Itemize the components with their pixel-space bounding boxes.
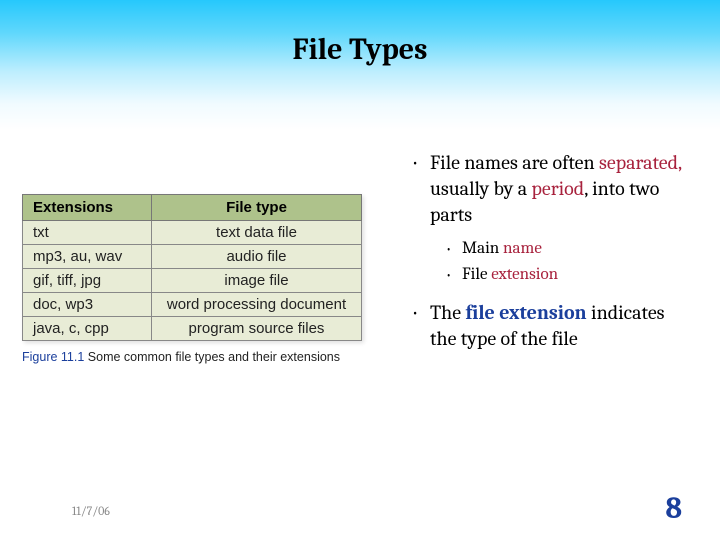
table-row: gif, tiff, jpg image file (23, 269, 362, 293)
bullet-dot-icon: • (446, 264, 462, 286)
figure-number: Figure 11.1 (22, 350, 84, 364)
cell-ext: java, c, cpp (23, 317, 152, 341)
keyword: name (503, 239, 542, 258)
bullet-text: The file extension indicates the type of… (430, 300, 690, 352)
bullet-dot-icon: • (446, 238, 462, 260)
table-header-row: Extensions File type (23, 195, 362, 221)
sub-bullet-list: • Main name • File extension (446, 238, 690, 286)
keyword-bold: file extension (465, 301, 586, 324)
bullet-text: Main name (462, 238, 542, 260)
text-fragment: The (430, 301, 465, 324)
text-fragment: File (462, 265, 491, 284)
body-columns: Extensions File type txt text data file … (0, 150, 720, 480)
text-fragment: Main (462, 239, 503, 258)
slide-title: File Types (0, 32, 720, 67)
keyword: extension (491, 265, 558, 284)
page-number: 8 (665, 491, 682, 526)
cell-type: program source files (152, 317, 362, 341)
text-fragment: File names are often (430, 151, 599, 174)
col-header-extensions: Extensions (23, 195, 152, 221)
sub-bullet-item: • File extension (446, 264, 690, 286)
table-row: txt text data file (23, 221, 362, 245)
keyword: separated, (599, 151, 681, 174)
figure-caption-text: Some common file types and their extensi… (84, 350, 340, 364)
cell-type: audio file (152, 245, 362, 269)
right-column: • File names are often separated, usuall… (402, 150, 720, 480)
cell-ext: gif, tiff, jpg (23, 269, 152, 293)
cell-type: text data file (152, 221, 362, 245)
figure-caption: Figure 11.1 Some common file types and t… (22, 349, 352, 366)
text-fragment: usually by a (430, 177, 532, 200)
footer-date: 11/7/06 (72, 504, 110, 518)
table-row: doc, wp3 word processing document (23, 293, 362, 317)
cell-type: word processing document (152, 293, 362, 317)
cell-ext: doc, wp3 (23, 293, 152, 317)
keyword: period (532, 177, 585, 200)
cell-ext: mp3, au, wav (23, 245, 152, 269)
left-column: Extensions File type txt text data file … (0, 150, 402, 480)
bullet-text: File extension (462, 264, 558, 286)
cell-type: image file (152, 269, 362, 293)
bullet-item: • File names are often separated, usuall… (412, 150, 690, 228)
bullet-dot-icon: • (412, 150, 430, 228)
sub-bullet-item: • Main name (446, 238, 690, 260)
table-row: java, c, cpp program source files (23, 317, 362, 341)
bullet-item: • The file extension indicates the type … (412, 300, 690, 352)
cell-ext: txt (23, 221, 152, 245)
file-types-table: Extensions File type txt text data file … (22, 194, 362, 341)
col-header-filetype: File type (152, 195, 362, 221)
bullet-dot-icon: • (412, 300, 430, 352)
table-row: mp3, au, wav audio file (23, 245, 362, 269)
bullet-text: File names are often separated, usually … (430, 150, 690, 228)
slide: File Types Extensions File type txt text… (0, 0, 720, 540)
